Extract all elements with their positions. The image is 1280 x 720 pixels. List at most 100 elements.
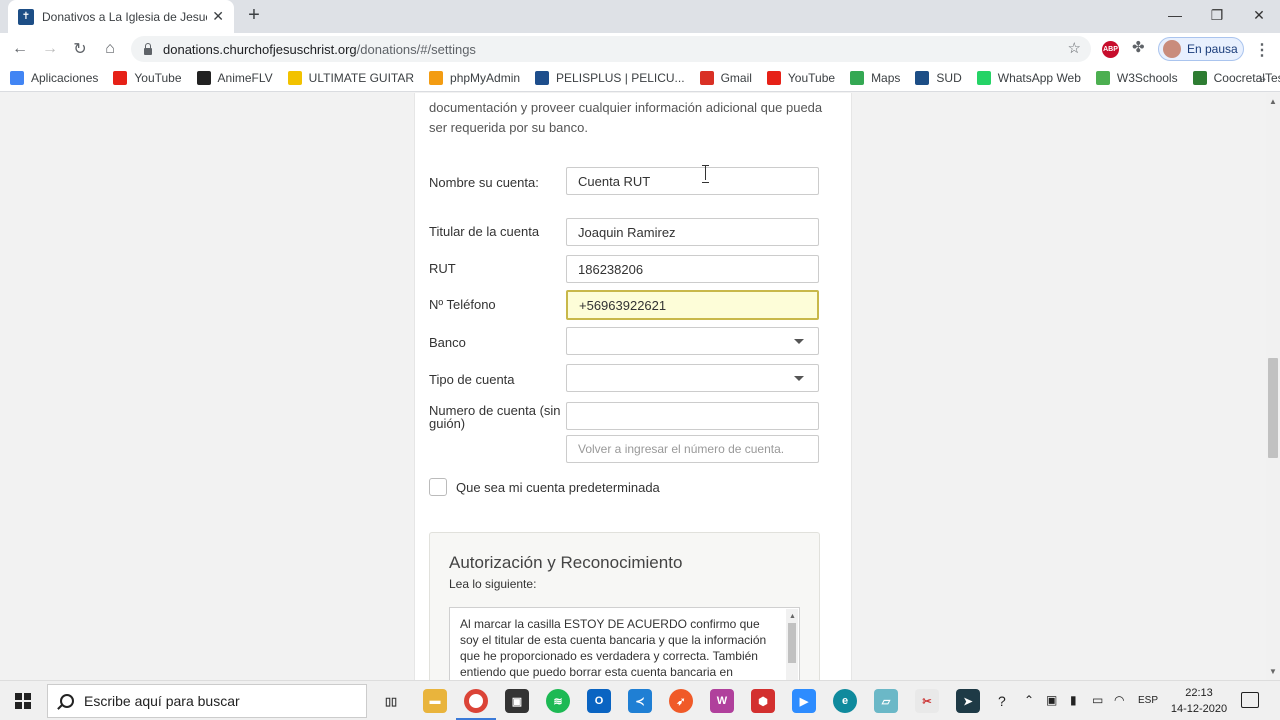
- holder-input[interactable]: Joaquin Ramirez: [566, 218, 819, 246]
- microphone-icon[interactable]: ▮: [1070, 693, 1077, 707]
- bookmark-item[interactable]: WhatsApp Web: [976, 71, 1081, 85]
- zoom-icon[interactable]: ▶: [792, 689, 816, 713]
- page-scroll-thumb[interactable]: [1268, 358, 1278, 458]
- spotify-icon[interactable]: ≋: [546, 689, 570, 713]
- bookmark-item[interactable]: Aplicaciones: [10, 71, 98, 85]
- authorization-subtitle: Lea lo siguiente:: [449, 577, 537, 591]
- wamp-icon[interactable]: W: [710, 689, 734, 713]
- start-button[interactable]: [0, 681, 46, 720]
- outlook-icon[interactable]: O: [587, 689, 611, 713]
- tray-expand-icon[interactable]: ⌃: [1024, 693, 1034, 707]
- bookmark-item[interactable]: W3Schools: [1095, 71, 1178, 85]
- dropdown-caret-icon: [794, 376, 804, 381]
- bookmark-favicon-icon: [915, 71, 930, 85]
- wifi-icon[interactable]: ◠: [1114, 693, 1124, 707]
- bookmark-label: PELISPLUS | PELICU...: [556, 71, 685, 85]
- terminal-icon[interactable]: ➤: [956, 689, 980, 713]
- notes-icon[interactable]: ▱: [874, 689, 898, 713]
- tab-donativos[interactable]: ✝ Donativos a La Iglesia de Jesucristo ✕: [8, 0, 234, 33]
- page-scrollbar[interactable]: ▲ ▼: [1266, 93, 1280, 680]
- task-view-icon[interactable]: ▯▯: [379, 689, 403, 713]
- restore-button[interactable]: ❐: [1196, 0, 1238, 30]
- bookmark-item[interactable]: CoocretalTest: [1192, 71, 1280, 85]
- chrome-icon[interactable]: [464, 689, 488, 713]
- store-icon[interactable]: ▣: [505, 689, 529, 713]
- scroll-thumb[interactable]: [788, 623, 796, 663]
- default-account-checkbox[interactable]: [429, 478, 447, 496]
- account-name-input[interactable]: Cuenta RUT: [566, 167, 819, 195]
- authorization-scrollbar[interactable]: ▲: [786, 609, 798, 680]
- bookmark-label: YouTube: [134, 71, 182, 85]
- bookmark-item[interactable]: Gmail: [699, 71, 752, 85]
- bookmark-item[interactable]: SUD: [915, 71, 962, 85]
- back-button[interactable]: ←: [9, 38, 31, 60]
- bookmark-label: phpMyAdmin: [450, 71, 521, 85]
- intro-text: documentación y proveer cualquier inform…: [429, 100, 823, 135]
- battery-icon[interactable]: ▭: [1092, 693, 1103, 707]
- forward-button[interactable]: →: [39, 38, 61, 60]
- address-bar[interactable]: donations.churchofjesuschrist.org/donati…: [131, 36, 1091, 62]
- bank-label: Banco: [429, 335, 466, 350]
- bookmark-favicon-icon: [766, 71, 781, 85]
- bank-select[interactable]: [566, 327, 819, 355]
- church-favicon-icon: ✝: [18, 8, 34, 25]
- browser-toolbar: ← → ↻ ⌂ donations.churchofjesuschrist.or…: [0, 33, 1280, 65]
- bookmark-favicon-icon: [196, 71, 211, 85]
- help-icon[interactable]: ?: [998, 693, 1006, 709]
- postman-icon[interactable]: ➶: [669, 689, 693, 713]
- search-icon: [60, 694, 74, 708]
- authorization-text-box[interactable]: Al marcar la casilla ESTOY DE ACUERDO co…: [449, 607, 800, 680]
- bookmark-item[interactable]: phpMyAdmin: [429, 71, 520, 85]
- bookmark-item[interactable]: Maps: [850, 71, 900, 85]
- bookmark-item[interactable]: YouTube: [113, 71, 182, 85]
- close-window-button[interactable]: ✕: [1238, 0, 1280, 30]
- bookmark-favicon-icon: [429, 71, 444, 85]
- bookmark-item[interactable]: ULTIMATE GUITAR: [287, 71, 414, 85]
- holder-value: Joaquin Ramirez: [578, 224, 676, 240]
- scroll-up-arrow-icon[interactable]: ▲: [1269, 97, 1277, 106]
- phone-input[interactable]: +56963922621: [566, 290, 819, 320]
- bookmark-favicon-icon: [10, 71, 24, 85]
- notification-center-icon[interactable]: [1241, 692, 1259, 708]
- account-name-label: Nombre su cuenta:: [429, 175, 539, 190]
- url-path: /donations/#/settings: [356, 41, 476, 57]
- home-button[interactable]: ⌂: [99, 38, 121, 60]
- snipping-tool-icon[interactable]: ✂: [915, 689, 939, 713]
- more-bookmarks-icon[interactable]: »: [1259, 71, 1266, 86]
- bookmark-item[interactable]: PELISPLUS | PELICU...: [535, 71, 685, 85]
- reload-button[interactable]: ↻: [69, 38, 91, 60]
- bookmark-label: CoocretalTest: [1213, 71, 1280, 85]
- taskbar-search-placeholder: Escribe aquí para buscar: [84, 693, 240, 709]
- file-explorer-icon[interactable]: ▬: [423, 689, 447, 713]
- edge-icon[interactable]: e: [833, 689, 857, 713]
- authorization-title: Autorización y Reconocimiento: [449, 553, 683, 572]
- bookmark-label: Aplicaciones: [31, 71, 99, 85]
- bookmark-favicon-icon: [1192, 71, 1207, 85]
- default-account-label[interactable]: Que sea mi cuenta predeterminada: [456, 480, 660, 495]
- minimize-button[interactable]: —: [1154, 0, 1196, 30]
- bookmark-item[interactable]: AnimeFLV: [196, 71, 273, 85]
- bookmark-star-icon[interactable]: ☆: [1068, 39, 1081, 57]
- brave-icon[interactable]: ⬢: [751, 689, 775, 713]
- extensions-puzzle-icon[interactable]: ✤: [1132, 38, 1145, 56]
- phone-value: +56963922621: [579, 297, 667, 313]
- account-number-input[interactable]: [566, 402, 819, 430]
- account-number-confirm-input[interactable]: Volver a ingresar el número de cuenta.: [566, 435, 819, 463]
- scroll-down-arrow-icon[interactable]: ▼: [1269, 667, 1277, 676]
- bookmark-item[interactable]: YouTube: [766, 71, 835, 85]
- rut-value: 186238206: [578, 261, 644, 277]
- meet-now-icon[interactable]: ▣: [1046, 693, 1057, 707]
- profile-button[interactable]: En pausa: [1158, 37, 1244, 61]
- close-tab-icon[interactable]: ✕: [212, 8, 224, 25]
- account-type-label: Tipo de cuenta: [429, 372, 515, 387]
- vscode-icon[interactable]: ≺: [628, 689, 652, 713]
- language-indicator[interactable]: ESP: [1138, 695, 1158, 706]
- rut-input[interactable]: 186238206: [566, 255, 819, 283]
- browser-menu-icon[interactable]: ⋮: [1254, 40, 1270, 60]
- taskbar-clock[interactable]: 22:13 14-12-2020: [1168, 685, 1230, 717]
- new-tab-button[interactable]: +: [244, 4, 264, 27]
- taskbar-search-box[interactable]: Escribe aquí para buscar: [47, 684, 367, 718]
- account-number-confirm-placeholder: Volver a ingresar el número de cuenta.: [578, 442, 785, 456]
- account-type-select[interactable]: [566, 364, 819, 392]
- adblock-extension-icon[interactable]: ABP: [1102, 41, 1119, 58]
